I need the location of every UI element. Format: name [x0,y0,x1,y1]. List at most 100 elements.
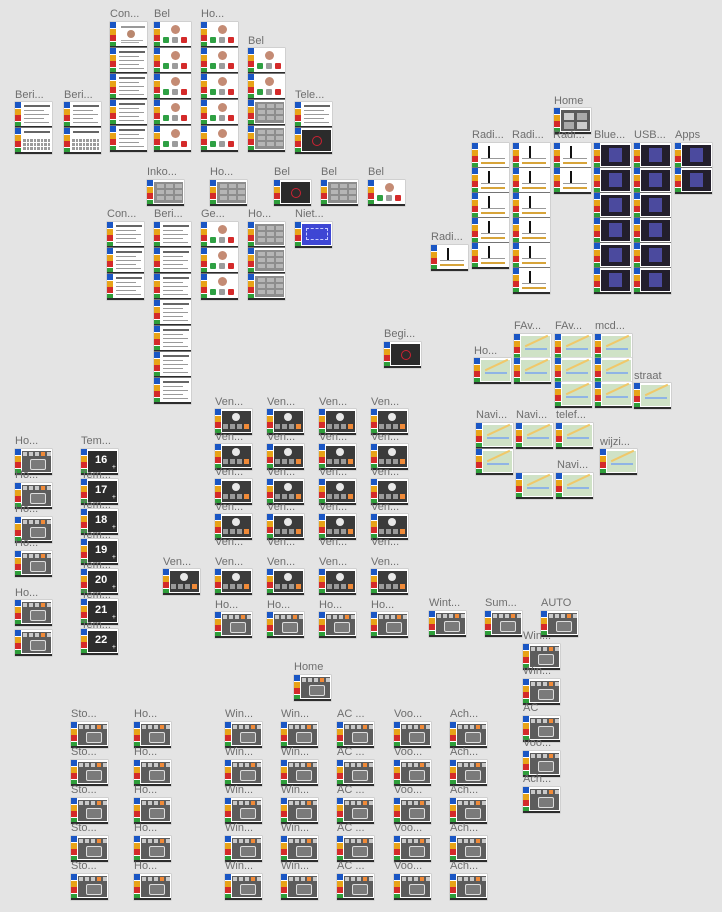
screen-thumbnail[interactable] [267,612,304,638]
screen-thumbnail[interactable] [337,760,374,786]
screen-thumbnail[interactable] [248,274,285,300]
screen-thumbnail[interactable] [163,569,200,595]
screen-thumbnail[interactable] [154,248,191,274]
screen-thumbnail[interactable] [394,798,431,824]
screen-thumbnail[interactable] [384,342,421,368]
screen-thumbnail[interactable] [594,243,631,269]
screen-thumbnail[interactable] [154,300,191,326]
screen-thumbnail[interactable] [110,126,147,152]
screen-thumbnail[interactable] [513,193,550,219]
screen-thumbnail[interactable] [321,180,358,206]
screen-thumbnail[interactable] [154,74,191,100]
screen-thumbnail[interactable] [110,48,147,74]
screen-thumbnail[interactable] [675,143,712,169]
screen-thumbnail[interactable] [319,612,356,638]
screen-thumbnail[interactable] [337,874,374,900]
screen-thumbnail[interactable] [394,836,431,862]
screen-thumbnail[interactable] [474,358,511,384]
screen-thumbnail[interactable] [154,274,191,300]
screen-thumbnail[interactable] [450,722,487,748]
screen-thumbnail[interactable] [248,222,285,248]
screen-thumbnail[interactable] [225,798,262,824]
screen-thumbnail[interactable] [337,722,374,748]
screen-thumbnail[interactable] [71,874,108,900]
screen-thumbnail[interactable] [15,600,52,626]
screen-thumbnail[interactable] [201,126,238,152]
screen-thumbnail[interactable] [110,74,147,100]
screen-thumbnail[interactable] [634,383,671,409]
screen-thumbnail[interactable] [107,248,144,274]
screen-thumbnail[interactable] [594,193,631,219]
screen-thumbnail[interactable] [201,22,238,48]
screen-thumbnail[interactable] [71,836,108,862]
screen-thumbnail[interactable] [281,836,318,862]
screen-thumbnail[interactable] [472,143,509,169]
screen-thumbnail[interactable] [634,218,671,244]
screen-thumbnail[interactable] [450,798,487,824]
screen-thumbnail[interactable] [147,180,184,206]
screen-thumbnail[interactable] [107,274,144,300]
screen-thumbnail[interactable] [154,48,191,74]
screen-thumbnail[interactable] [154,22,191,48]
screen-thumbnail[interactable] [15,102,52,128]
screen-thumbnail[interactable] [513,218,550,244]
screen-thumbnail[interactable] [555,358,592,384]
screen-thumbnail[interactable] [513,143,550,169]
screen-thumbnail[interactable] [225,722,262,748]
screen-thumbnail[interactable] [134,874,171,900]
screen-thumbnail[interactable] [134,722,171,748]
screen-thumbnail[interactable] [450,760,487,786]
screen-thumbnail[interactable] [107,222,144,248]
screen-thumbnail[interactable]: 22 + [81,629,118,655]
screen-thumbnail[interactable] [225,836,262,862]
screen-thumbnail[interactable] [556,473,593,499]
screen-thumbnail[interactable] [514,358,551,384]
screen-thumbnail[interactable] [248,48,285,74]
screen-thumbnail[interactable] [274,180,311,206]
screen-thumbnail[interactable] [215,612,252,638]
screen-thumbnail[interactable] [201,74,238,100]
screen-thumbnail[interactable] [248,74,285,100]
screen-thumbnail[interactable] [295,128,332,154]
screen-thumbnail[interactable] [472,193,509,219]
screen-thumbnail[interactable] [595,334,632,360]
screen-thumbnail[interactable] [225,760,262,786]
screen-thumbnail[interactable] [555,382,592,408]
screen-thumbnail[interactable] [394,722,431,748]
screen-thumbnail[interactable] [337,836,374,862]
screen-thumbnail[interactable] [281,760,318,786]
screen-thumbnail[interactable] [64,102,101,128]
screen-thumbnail[interactable] [201,100,238,126]
screen-thumbnail[interactable] [110,100,147,126]
screen-thumbnail[interactable] [429,611,466,637]
screen-thumbnail[interactable] [554,168,591,194]
screen-thumbnail[interactable] [319,569,356,595]
screen-thumbnail[interactable] [431,245,468,271]
screen-thumbnail[interactable] [594,218,631,244]
screen-thumbnail[interactable] [476,423,513,449]
screen-thumbnail[interactable] [513,268,550,294]
screen-thumbnail[interactable] [594,268,631,294]
screen-thumbnail[interactable] [514,334,551,360]
screen-thumbnail[interactable] [513,243,550,269]
screen-thumbnail[interactable] [516,423,553,449]
screen-thumbnail[interactable] [472,168,509,194]
screen-thumbnail[interactable] [371,569,408,595]
screen-thumbnail[interactable] [634,143,671,169]
screen-thumbnail[interactable] [64,128,101,154]
screen-thumbnail[interactable] [594,168,631,194]
screen-thumbnail[interactable] [201,274,238,300]
screen-thumbnail[interactable] [675,168,712,194]
screen-thumbnail[interactable] [281,874,318,900]
screen-thumbnail[interactable] [556,423,593,449]
screen-thumbnail[interactable] [15,551,52,577]
screen-thumbnail[interactable] [337,798,374,824]
screen-thumbnail[interactable] [248,100,285,126]
screen-thumbnail[interactable] [295,222,332,248]
screen-thumbnail[interactable] [15,128,52,154]
screen-thumbnail[interactable] [134,798,171,824]
screen-thumbnail[interactable] [281,798,318,824]
screen-thumbnail[interactable] [368,180,405,206]
screen-thumbnail[interactable] [215,569,252,595]
screen-thumbnail[interactable] [523,787,560,813]
